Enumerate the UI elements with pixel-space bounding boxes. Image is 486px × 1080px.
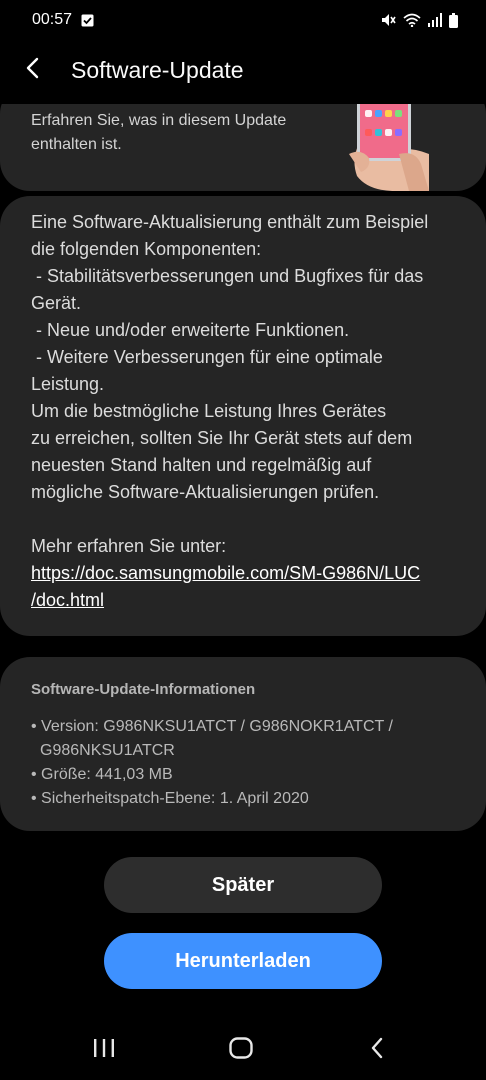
description-line: - Stabilitätsverbesserungen und Bugfixes… [31, 266, 424, 286]
description-line: Um die bestmögliche Leistung Ihres Gerät… [31, 401, 387, 421]
app-header: Software-Update [0, 44, 486, 96]
wifi-icon [403, 13, 421, 27]
description-line: - Neue und/oder erweiterte Funktionen. [31, 320, 350, 340]
update-description: Eine Software-Aktualisierung enthält zum… [31, 209, 461, 614]
page-title: Software-Update [71, 56, 244, 83]
promo-text: Erfahren Sie, was in diesem Update entha… [31, 109, 331, 157]
back-button[interactable] [0, 44, 64, 96]
size-row: • Größe: 441,03 MB [31, 766, 173, 783]
update-info-card: Software-Update-Informationen • Version:… [0, 657, 486, 831]
promo-line: enthalten ist. [31, 136, 122, 153]
back-arrow-icon [25, 57, 39, 84]
description-line: zu erreichen, sollten Sie Ihr Gerät stet… [31, 428, 413, 448]
more-info-label: Mehr erfahren Sie unter: [31, 536, 227, 556]
download-button[interactable]: Herunterladen [104, 933, 382, 989]
description-line: Eine Software-Aktualisierung enthält zum… [31, 212, 429, 232]
recent-apps-button[interactable] [74, 1020, 134, 1080]
status-time: 00:57 [32, 11, 73, 28]
description-line: die folgenden Komponenten: [31, 239, 262, 259]
version-row-continued: G986NKSU1ATCR [40, 742, 175, 759]
checkbox-notification-icon [81, 14, 94, 27]
version-row: • Version: G986NKSU1ATCT / G986NOKR1ATCT… [31, 718, 393, 735]
description-line: Gerät. [31, 293, 82, 313]
battery-icon [449, 12, 458, 28]
description-line: Leistung. [31, 374, 105, 394]
status-bar: 00:57 [0, 0, 486, 40]
home-icon [229, 1036, 253, 1064]
description-line: mögliche Software-Aktualisierungen prüfe… [31, 482, 380, 502]
recent-apps-icon [93, 1038, 115, 1063]
update-info-title: Software-Update-Informationen [31, 681, 256, 698]
security-patch-row: • Sicherheitspatch-Ebene: 1. April 2020 [31, 790, 309, 807]
later-button[interactable]: Später [104, 857, 382, 913]
promo-line: Erfahren Sie, was in diesem Update [31, 112, 287, 129]
release-notes-link-continued[interactable]: /doc.html [31, 590, 104, 610]
phone-in-hand-illustration [349, 104, 429, 191]
update-info-list: • Version: G986NKSU1ATCT / G986NOKR1ATCT… [31, 715, 461, 811]
description-line: neuesten Stand halten und regelmäßig auf [31, 455, 372, 475]
description-line: - Weitere Verbesserungen für eine optima… [31, 347, 383, 367]
scroll-content[interactable]: Erfahren Sie, was in diesem Update entha… [0, 104, 486, 840]
navigation-bar [0, 1020, 486, 1080]
whats-new-card[interactable]: Erfahren Sie, was in diesem Update entha… [0, 104, 486, 191]
update-description-card: Eine Software-Aktualisierung enthält zum… [0, 196, 486, 636]
signal-icon [428, 13, 442, 27]
release-notes-link[interactable]: https://doc.samsungmobile.com/SM-G986N/L… [31, 563, 420, 583]
back-icon [370, 1037, 384, 1064]
home-button[interactable] [211, 1020, 271, 1080]
mute-icon [380, 12, 396, 28]
system-back-button[interactable] [347, 1020, 407, 1080]
